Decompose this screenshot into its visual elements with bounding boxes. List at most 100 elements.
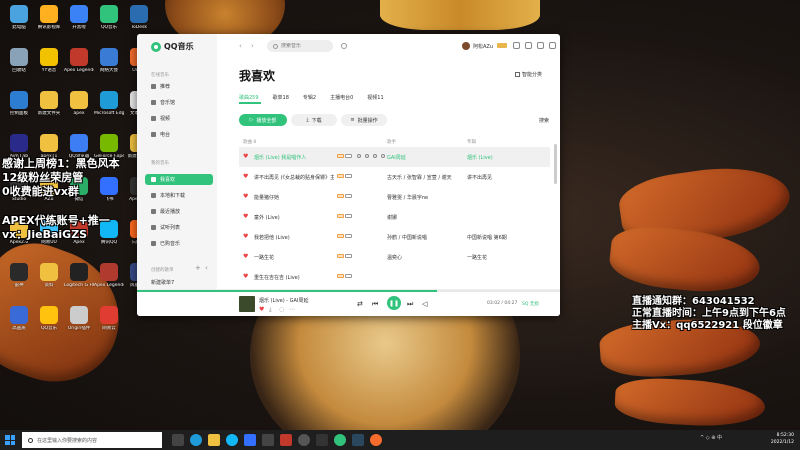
header-singer[interactable]: 歌手 bbox=[387, 139, 396, 145]
skin-icon[interactable] bbox=[513, 42, 520, 49]
taskbar-search[interactable]: 在这里输入你要搜索的内容 bbox=[22, 432, 162, 448]
file-explorer-icon[interactable] bbox=[208, 434, 220, 446]
liked-heart-icon[interactable]: ♥ bbox=[243, 233, 248, 240]
forward-button[interactable]: › bbox=[251, 42, 254, 50]
desktop-icon[interactable]: 飞书 bbox=[94, 177, 124, 203]
desktop-icon[interactable]: 网络大会 bbox=[94, 48, 124, 74]
play-icon[interactable] bbox=[357, 154, 361, 158]
task-view-icon[interactable] bbox=[172, 434, 184, 446]
desktop-icon[interactable]: ToDesk bbox=[124, 5, 154, 31]
song-singer[interactable]: GAI周延 bbox=[387, 154, 457, 161]
desktop-icon[interactable]: 网易云 bbox=[94, 306, 124, 332]
song-title[interactable]: 讲不出再见 (《女总裁的贴身保镖》主题曲 bbox=[254, 174, 334, 181]
scrollbar[interactable] bbox=[554, 144, 557, 184]
desktop-icon[interactable]: 回收站 bbox=[4, 48, 34, 74]
sidebar-item-video[interactable]: 视频 bbox=[145, 113, 213, 124]
song-title[interactable]: 能量猪仔她 bbox=[254, 194, 334, 201]
obs-icon[interactable] bbox=[280, 434, 292, 446]
song-title[interactable]: 童外 (Live) bbox=[254, 214, 334, 221]
song-title[interactable]: 重生在吉在吉 (Live) bbox=[254, 274, 334, 281]
tab-radio[interactable]: 主播电台0 bbox=[330, 94, 353, 101]
back-button[interactable]: ‹ bbox=[239, 42, 242, 50]
song-singer[interactable]: 谢娜 bbox=[387, 214, 457, 221]
playback-progress[interactable] bbox=[137, 290, 560, 292]
song-title[interactable]: 我若把他 (Live) bbox=[254, 234, 334, 241]
system-tray[interactable]: ^ ◇ ⊕ 中 bbox=[700, 434, 722, 441]
comment-icon[interactable]: ◌ bbox=[279, 306, 284, 313]
steam-icon[interactable] bbox=[352, 434, 364, 446]
batch-button[interactable]: ≡ 批量操作 bbox=[341, 114, 387, 126]
table-row[interactable]: ♥ 讲不出再见 (《女总裁的贴身保镖》主题曲 古天乐 / 张智霖 / 宣萱 / 谢天… bbox=[239, 167, 550, 187]
mail-icon[interactable] bbox=[525, 42, 532, 49]
liked-heart-icon[interactable]: ♥ bbox=[243, 193, 248, 200]
desktop-icon[interactable]: 资料 bbox=[34, 263, 64, 289]
song-singer[interactable]: 古天乐 / 张智霖 / 宣萱 / 谢天 bbox=[387, 174, 457, 181]
header-album[interactable]: 专辑 bbox=[467, 139, 476, 145]
sidebar-item-music-hall[interactable]: 音乐馆 bbox=[145, 97, 213, 108]
origin-icon[interactable] bbox=[370, 434, 382, 446]
screen-icon[interactable] bbox=[262, 434, 274, 446]
volume-icon[interactable]: ◁ bbox=[422, 300, 427, 308]
like-icon[interactable]: ♥ bbox=[259, 306, 264, 313]
download-button[interactable]: ⤓ 下载 bbox=[291, 114, 337, 126]
sidebar-item-favorites[interactable]: 我喜欢 bbox=[145, 174, 213, 185]
liked-heart-icon[interactable]: ♥ bbox=[243, 173, 248, 180]
desktop-icon[interactable]: YY语音 bbox=[34, 48, 64, 74]
search-box[interactable] bbox=[267, 40, 333, 52]
chrome-icon[interactable] bbox=[298, 434, 310, 446]
album-cover[interactable] bbox=[239, 296, 255, 312]
liked-heart-icon[interactable]: ♥ bbox=[243, 213, 248, 220]
table-row[interactable]: ♥ 童外 (Live) 谢娜 bbox=[239, 207, 550, 227]
list-search-button[interactable]: 搜索 bbox=[539, 117, 549, 124]
quality-badge[interactable]: SQ 无损 bbox=[522, 301, 539, 307]
header-song[interactable]: 歌曲 8 bbox=[243, 139, 256, 145]
desktop-icon[interactable]: 雷神 bbox=[4, 263, 34, 289]
settings-icon[interactable] bbox=[537, 42, 544, 49]
song-singer[interactable]: 温奕心 bbox=[387, 254, 457, 261]
table-row[interactable]: ♥ 重生在吉在吉 (Live) bbox=[239, 267, 550, 287]
clock[interactable]: 8:52:30 2022/1/12 bbox=[771, 432, 794, 446]
tab-playlists[interactable]: 歌单18 bbox=[273, 94, 289, 101]
desktop-icon[interactable]: 控制面板 bbox=[4, 91, 34, 117]
more-icon[interactable] bbox=[381, 154, 385, 158]
song-title[interactable]: 烟乐 (Live) 我是唱作人 bbox=[254, 154, 334, 161]
desktop-icon[interactable]: Logitech G HUB bbox=[64, 263, 94, 289]
settings-icon[interactable] bbox=[316, 434, 328, 446]
table-row[interactable]: ♥ 能量猪仔她 曹雅雯 / 华晨宇ne bbox=[239, 187, 550, 207]
feishu-icon[interactable] bbox=[244, 434, 256, 446]
liked-heart-icon[interactable]: ♥ bbox=[243, 273, 248, 280]
qq-music-taskbar-icon[interactable] bbox=[334, 434, 346, 446]
table-row[interactable]: ♥ 我若把他 (Live) 孙鹤 / 中国新说唱 中国新说唱 第6期 bbox=[239, 227, 550, 247]
table-row[interactable]: ♥ 一路生花 温奕心 一路生花 bbox=[239, 247, 550, 267]
sidebar-item-recent[interactable]: 最近播放 bbox=[145, 206, 213, 217]
desktop-icon[interactable]: apex bbox=[64, 91, 94, 117]
desktop-icon[interactable]: 腾讯影视库 bbox=[34, 5, 64, 31]
smart-sort-button[interactable]: 智能分类 bbox=[514, 71, 542, 78]
desktop-icon[interactable]: 高画质 bbox=[4, 306, 34, 332]
sidebar-item-purchased[interactable]: 已购音乐 bbox=[145, 238, 213, 249]
tab-videos[interactable]: 视频11 bbox=[367, 94, 383, 101]
liked-heart-icon[interactable]: ♥ bbox=[243, 153, 248, 160]
song-singer[interactable]: 孙鹤 / 中国新说唱 bbox=[387, 234, 457, 241]
sidebar-item-radio[interactable]: 电台 bbox=[145, 129, 213, 140]
add-icon[interactable] bbox=[365, 154, 369, 158]
sidebar-item-local[interactable]: 本地和下载 bbox=[145, 190, 213, 201]
desktop-icon[interactable]: 此电脑 bbox=[4, 5, 34, 31]
play-all-button[interactable]: ▷ 播放全部 bbox=[239, 114, 287, 126]
next-icon[interactable]: ⏭ bbox=[407, 300, 413, 309]
add-playlist-button[interactable]: + bbox=[195, 264, 201, 272]
play-mode-icon[interactable]: ⇄ bbox=[357, 300, 363, 308]
song-album[interactable]: 烟乐 (Live) bbox=[467, 154, 527, 161]
previous-icon[interactable]: ⏮ bbox=[372, 300, 378, 309]
avatar[interactable] bbox=[462, 42, 470, 50]
user-name[interactable]: 阿松AZu bbox=[473, 43, 493, 50]
sidebar-item-recommend[interactable]: 推荐 bbox=[145, 81, 213, 92]
menu-icon[interactable] bbox=[549, 42, 556, 49]
pause-button[interactable]: ❚❚ bbox=[387, 296, 401, 310]
listen-recognize-icon[interactable] bbox=[341, 43, 347, 49]
song-title[interactable]: 一路生花 bbox=[254, 254, 334, 261]
qq-icon[interactable] bbox=[226, 434, 238, 446]
song-album[interactable]: 中国新说唱 第6期 bbox=[467, 234, 527, 241]
now-playing-title[interactable]: 烟乐 (Live) - GAI周延 bbox=[259, 297, 308, 304]
desktop-icon[interactable]: 开黑啦 bbox=[64, 5, 94, 31]
